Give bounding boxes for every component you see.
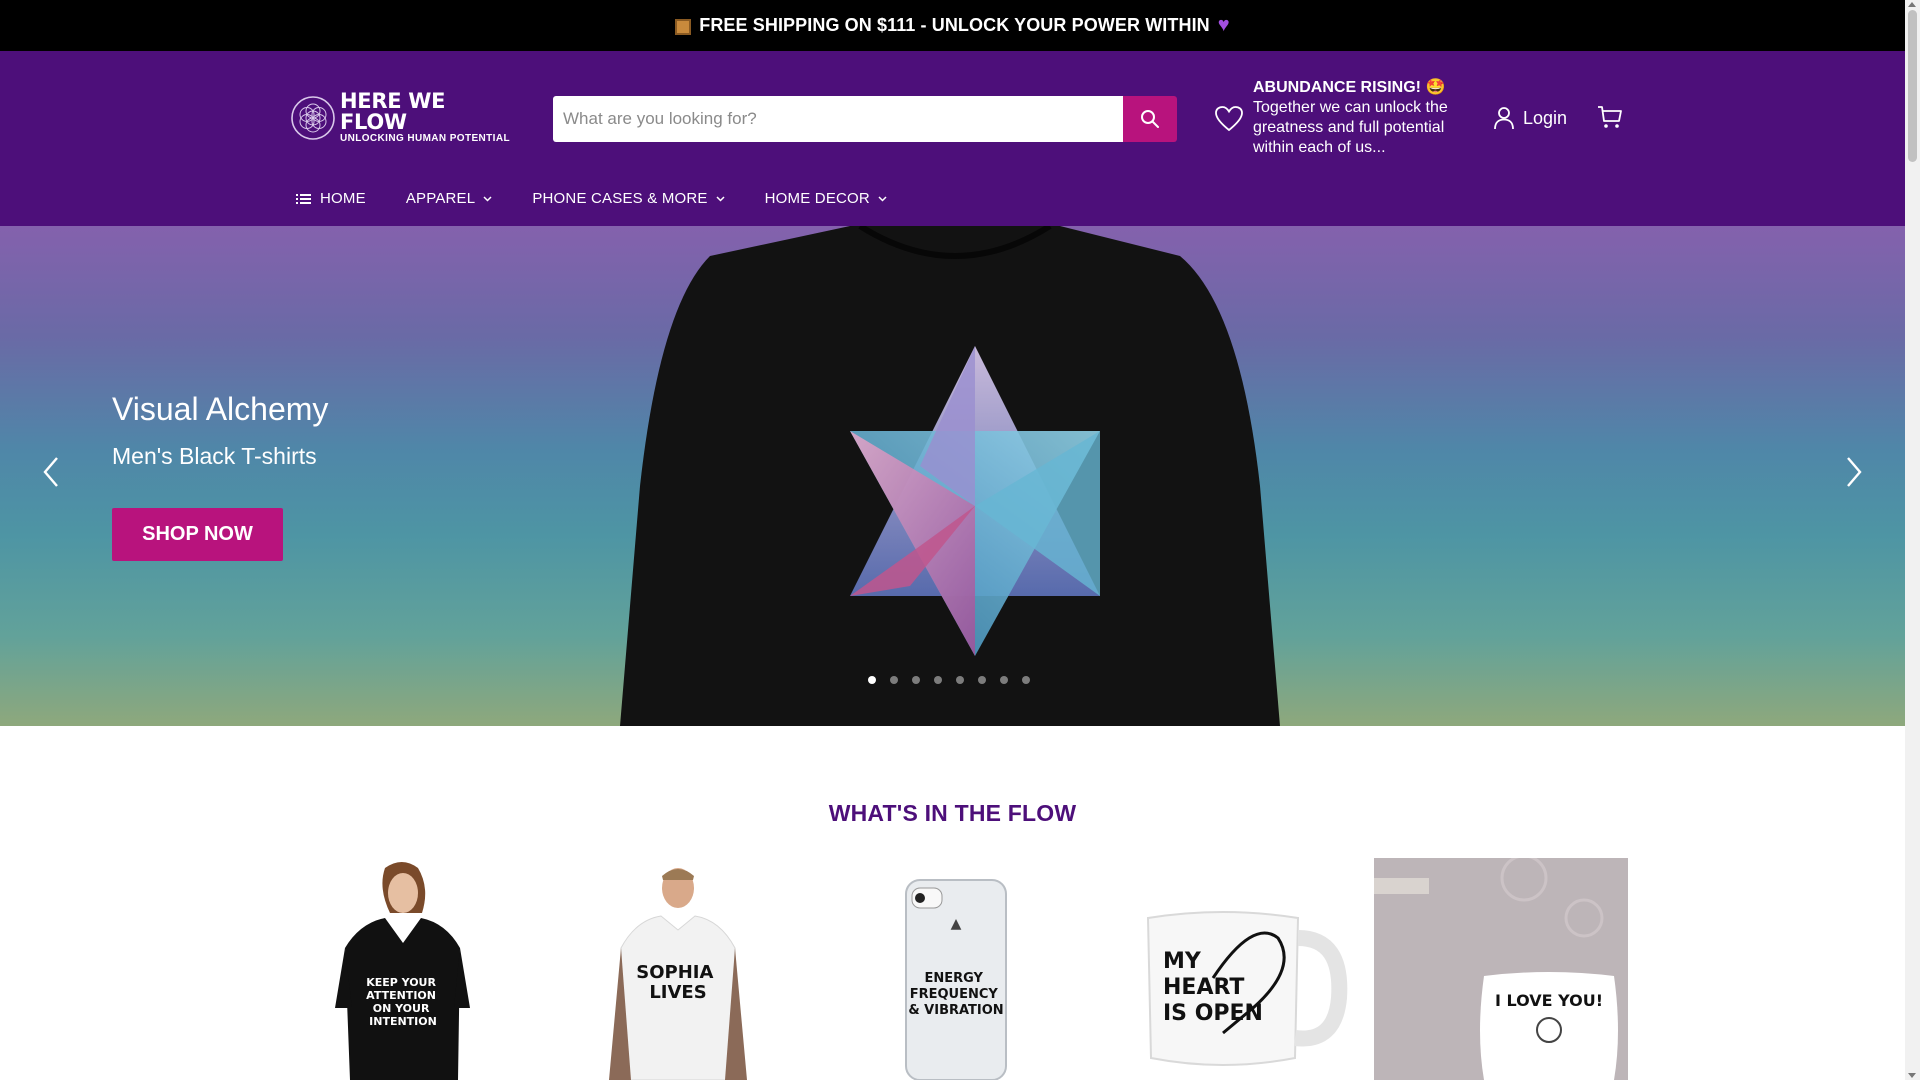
- scrollbar-thumb[interactable]: [1908, 10, 1917, 162]
- user-icon: [1494, 107, 1514, 130]
- hero-title: Visual Alchemy: [112, 391, 329, 427]
- svg-text:▲: ▲: [951, 916, 962, 932]
- slider-dot[interactable]: [956, 676, 964, 684]
- nav-home-decor-label: HOME DECOR: [764, 190, 870, 207]
- product-image-phone-case: ▲ ENERGY FREQUENCY & VIBRATION: [832, 858, 1086, 1080]
- cart-icon: [1598, 106, 1622, 128]
- slider-dot[interactable]: [890, 676, 898, 684]
- chevron-right-icon[interactable]: [1838, 452, 1868, 492]
- brand-logo[interactable]: HERE WE FLOW UNLOCKING HUMAN POTENTIAL: [290, 89, 515, 144]
- product-card[interactable]: SOPHIA LIVES: [561, 858, 815, 1080]
- login-label: Login: [1523, 107, 1568, 128]
- slider-dot[interactable]: [912, 676, 920, 684]
- chevron-down-icon: [878, 195, 887, 202]
- search-icon: [1141, 110, 1159, 128]
- package-icon: [675, 18, 692, 35]
- chevron-left-icon[interactable]: [37, 452, 67, 492]
- chevron-down-icon: [483, 195, 492, 202]
- nav-apparel-label: APPAREL: [405, 190, 476, 207]
- product-card[interactable]: KEEP YOUR ATTENTION ON YOUR INTENTION: [290, 858, 544, 1080]
- search-button[interactable]: [1123, 96, 1177, 142]
- nav-home[interactable]: HOME: [296, 190, 366, 207]
- product-image-white-tee: SOPHIA LIVES: [561, 858, 815, 1080]
- search-bar: [553, 96, 1177, 142]
- slider-dot[interactable]: [868, 676, 876, 684]
- slider-dot[interactable]: [978, 676, 986, 684]
- product-print-text: KEEP YOUR ATTENTION ON YOUR INTENTION: [366, 976, 440, 1028]
- slider-dot[interactable]: [1000, 676, 1008, 684]
- product-grid: KEEP YOUR ATTENTION ON YOUR INTENTION SO…: [290, 858, 1630, 1080]
- promo-message[interactable]: ABUNDANCE RISING! 🤩 Together we can unlo…: [1214, 78, 1454, 158]
- promo-title: ABUNDANCE RISING! 🤩: [1253, 79, 1446, 96]
- promo-body: Together we can unlock the greatness and…: [1253, 99, 1448, 156]
- product-card[interactable]: ▲ ENERGY FREQUENCY & VIBRATION: [832, 858, 1086, 1080]
- product-print-text: I LOVE YOU!: [1495, 991, 1603, 1010]
- hero-subtitle: Men's Black T-shirts: [112, 443, 317, 469]
- slider-dots: [868, 676, 1044, 684]
- menu-list-icon: [296, 193, 311, 204]
- hero-tshirt-image: [620, 226, 1280, 726]
- announcement-text: FREE SHIPPING ON $111 - UNLOCK YOUR POWE…: [699, 15, 1210, 35]
- cart-button[interactable]: [1597, 104, 1623, 135]
- page-scrollbar[interactable]: [1905, 0, 1920, 1080]
- shop-now-button[interactable]: SHOP NOW: [112, 508, 283, 561]
- hero-slider: Visual Alchemy Men's Black T-shirts SHOP…: [0, 226, 1905, 726]
- purple-heart-icon: ♥: [1217, 14, 1230, 36]
- slider-dot[interactable]: [934, 676, 942, 684]
- nav-home-decor[interactable]: HOME DECOR: [765, 190, 887, 207]
- brand-name: HERE WE FLOW: [340, 89, 446, 134]
- nav-apparel[interactable]: APPAREL: [406, 190, 493, 207]
- heart-outline-icon: [1215, 106, 1243, 132]
- main-navigation: HOME APPAREL PHONE CASES & MORE HOME DEC…: [296, 190, 927, 207]
- nav-home-label: HOME: [320, 190, 366, 207]
- announcement-bar: FREE SHIPPING ON $111 - UNLOCK YOUR POWE…: [0, 0, 1905, 51]
- flower-of-life-icon: [291, 96, 335, 140]
- chevron-down-icon: [716, 195, 725, 202]
- product-image-vneck-tee: KEEP YOUR ATTENTION ON YOUR INTENTION: [290, 858, 544, 1080]
- product-image-pillow: I LOVE YOU!: [1374, 858, 1628, 1080]
- section-title: WHAT'S IN THE FLOW: [828, 800, 1077, 826]
- brand-tagline: UNLOCKING HUMAN POTENTIAL: [340, 133, 510, 144]
- scroll-down-arrow-icon[interactable]: [1908, 1073, 1916, 1078]
- product-card[interactable]: I LOVE YOU!: [1374, 858, 1628, 1080]
- search-input[interactable]: [553, 96, 1123, 142]
- product-card[interactable]: MY HEART IS OPEN: [1103, 858, 1357, 1080]
- login-link[interactable]: Login: [1493, 106, 1567, 130]
- slider-dot[interactable]: [1022, 676, 1030, 684]
- scroll-up-arrow-icon[interactable]: [1908, 2, 1916, 7]
- product-image-mug: MY HEART IS OPEN: [1103, 858, 1357, 1080]
- nav-phone-cases[interactable]: PHONE CASES & MORE: [532, 190, 725, 207]
- nav-phone-cases-label: PHONE CASES & MORE: [532, 190, 708, 207]
